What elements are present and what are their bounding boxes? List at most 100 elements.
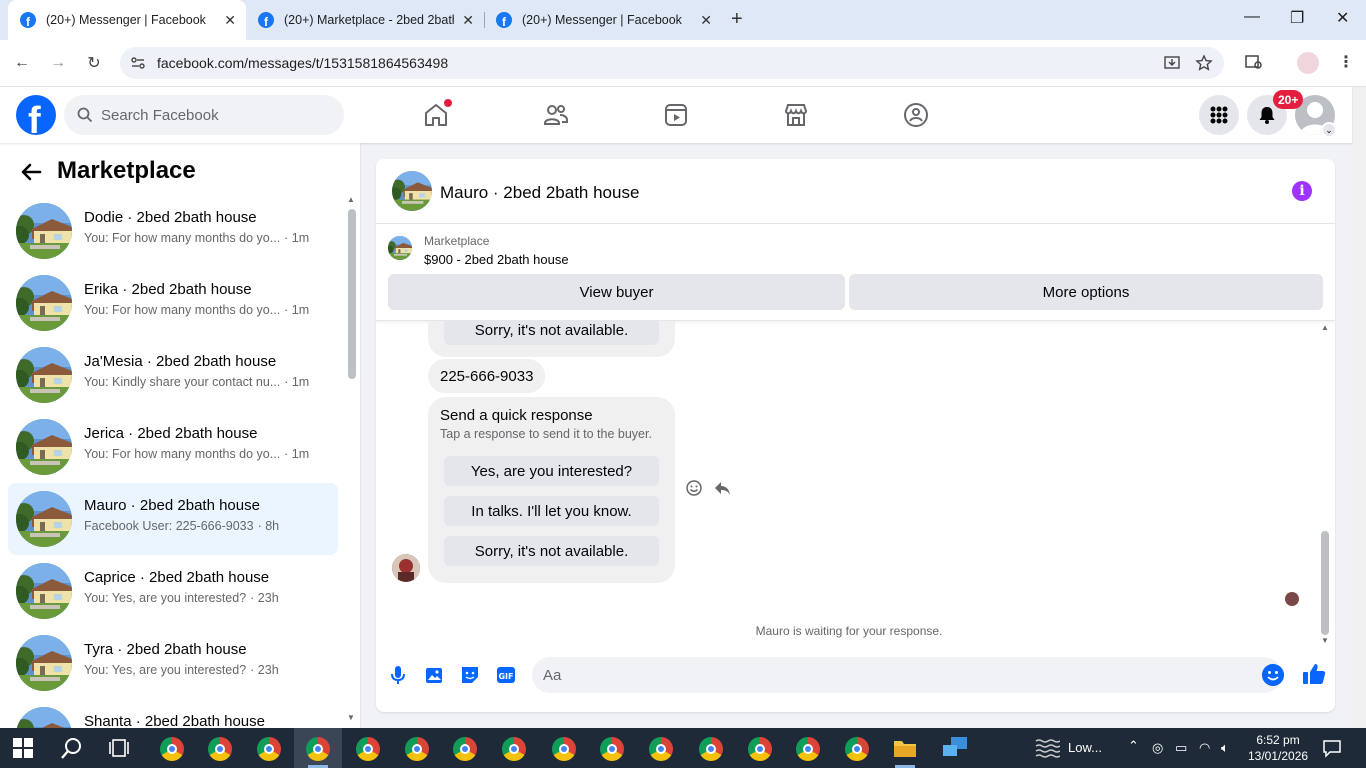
browser-tab-messenger-2[interactable]: f (20+) Messenger | Facebook ✕ [484, 0, 722, 40]
windows-start-icon[interactable] [12, 737, 34, 759]
site-settings-icon[interactable] [130, 55, 146, 71]
scroll-up-arrow-icon[interactable]: ▲ [347, 195, 355, 204]
chrome-taskbar-icon[interactable] [796, 737, 820, 761]
chrome-taskbar-icon[interactable] [306, 737, 330, 761]
more-options-button[interactable]: More options [849, 274, 1323, 310]
restore-icon[interactable]: ❐ [1290, 8, 1304, 28]
chrome-taskbar-icon[interactable] [160, 737, 184, 761]
file-explorer-icon[interactable] [893, 737, 917, 759]
menu-grid-button[interactable] [1199, 95, 1239, 135]
back-arrow-icon[interactable]: ← [12, 53, 32, 73]
conversation-item[interactable]: Shanta · 2bed 2bath house [8, 699, 338, 728]
chat-title[interactable]: Mauro · 2bed 2bath house [440, 183, 639, 203]
back-arrow-icon[interactable] [20, 161, 44, 185]
marketplace-nav-icon[interactable] [782, 101, 810, 129]
sticker-icon[interactable] [459, 664, 481, 686]
photo-attach-icon[interactable] [423, 664, 445, 686]
groups-nav-icon[interactable] [902, 101, 930, 129]
message-input[interactable] [532, 657, 1282, 693]
sidebar-scrollbar-thumb[interactable] [348, 209, 356, 379]
conversation-preview: Facebook User: 225-666-9033 · 8h [84, 519, 324, 533]
notification-center-icon[interactable] [1322, 738, 1342, 758]
friends-nav-icon[interactable] [542, 101, 570, 129]
chat-house-avatar[interactable] [392, 171, 432, 211]
search-box[interactable] [64, 95, 344, 135]
quick-reply-not-available[interactable]: Sorry, it's not available. [444, 536, 659, 566]
close-window-icon[interactable]: ✕ [1336, 8, 1349, 28]
conversation-item[interactable]: Tyra · 2bed 2bath house You: Yes, are yo… [8, 627, 338, 699]
tab-search-icon[interactable] [1244, 52, 1264, 72]
chrome-taskbar-icon[interactable] [649, 737, 673, 761]
chrome-taskbar-icon[interactable] [356, 737, 380, 761]
chat-scrollbar-thumb[interactable] [1321, 531, 1329, 635]
house-thumbnail [16, 563, 72, 619]
bookmark-star-icon[interactable] [1195, 54, 1213, 72]
preview-time: · 8h [257, 519, 280, 533]
conversation-item[interactable]: Caprice · 2bed 2bath house You: Yes, are… [8, 555, 338, 627]
meet-now-icon[interactable]: ◎ [1152, 740, 1163, 756]
chrome-taskbar-icon[interactable] [748, 737, 772, 761]
video-nav-icon[interactable] [662, 101, 690, 129]
windows-taskbar: Low... ⌃ ◎ ▭ ◠ 🔈︎ 6:52 pm 13/01/2026 [0, 728, 1366, 768]
search-icon[interactable] [60, 736, 84, 760]
listing-title[interactable]: $900 - 2bed 2bath house [424, 252, 569, 267]
conversation-item[interactable]: Ja'Mesia · 2bed 2bath house You: Kindly … [8, 339, 338, 411]
task-view-icon[interactable] [108, 737, 130, 759]
conversation-item-selected[interactable]: Mauro · 2bed 2bath house Facebook User: … [8, 483, 338, 555]
gif-icon[interactable]: GIF [495, 664, 517, 686]
chrome-taskbar-icon[interactable] [208, 737, 232, 761]
sender-avatar[interactable] [392, 554, 420, 582]
conversation-item[interactable]: Jerica · 2bed 2bath house You: For how m… [8, 411, 338, 483]
battery-icon[interactable]: ▭ [1175, 740, 1187, 756]
listing-thumbnail[interactable] [388, 236, 412, 260]
close-tab-icon[interactable]: ✕ [224, 12, 236, 29]
chrome-taskbar-icon[interactable] [699, 737, 723, 761]
menu-dots-icon[interactable]: ⋮ [1338, 52, 1354, 72]
microphone-icon[interactable] [387, 664, 409, 686]
chrome-taskbar-icon[interactable] [600, 737, 624, 761]
weather-text[interactable]: Low... [1068, 740, 1102, 755]
close-tab-icon[interactable]: ✕ [462, 12, 474, 29]
chrome-taskbar-icon[interactable] [502, 737, 526, 761]
conversation-item[interactable]: Dodie · 2bed 2bath house You: For how ma… [8, 195, 338, 267]
browser-profile-avatar[interactable] [1297, 52, 1319, 74]
volume-icon[interactable]: 🔈︎ [1221, 740, 1229, 756]
react-emoji-icon[interactable] [685, 479, 703, 497]
emoji-icon[interactable] [1262, 664, 1284, 686]
quick-reply-interested[interactable]: Yes, are you interested? [444, 456, 659, 486]
message-bubble: Sorry, it's not available. [428, 321, 675, 357]
chevron-down-icon[interactable]: ⌄ [1321, 122, 1337, 138]
quick-reply-in-talks[interactable]: In talks. I'll let you know. [444, 496, 659, 526]
chrome-taskbar-icon[interactable] [405, 737, 429, 761]
minimize-icon[interactable]: — [1244, 8, 1260, 26]
page-scrollbar[interactable] [1352, 87, 1366, 728]
reply-icon[interactable] [713, 479, 731, 497]
chrome-taskbar-icon[interactable] [845, 737, 869, 761]
chrome-taskbar-icon[interactable] [257, 737, 281, 761]
remote-desktop-icon[interactable] [941, 736, 969, 760]
info-icon[interactable]: i [1292, 181, 1312, 201]
scroll-down-arrow-icon[interactable]: ▼ [347, 713, 355, 722]
weather-icon[interactable] [1034, 737, 1060, 759]
omnibox[interactable]: facebook.com/messages/t/1531581864563498 [120, 47, 1224, 79]
search-input[interactable] [101, 106, 321, 124]
system-clock[interactable]: 6:52 pm 13/01/2026 [1248, 732, 1308, 764]
chevron-up-icon[interactable]: ⌃ [1128, 738, 1139, 754]
browser-tab-messenger-1[interactable]: f (20+) Messenger | Facebook ✕ [8, 0, 246, 40]
browser-tab-marketplace[interactable]: f (20+) Marketplace - 2bed 2bath ✕ [246, 0, 484, 40]
chrome-taskbar-icon[interactable] [453, 737, 477, 761]
forward-arrow-icon[interactable]: → [48, 53, 68, 73]
conversation-item[interactable]: Erika · 2bed 2bath house You: For how ma… [8, 267, 338, 339]
thumbs-up-icon[interactable] [1301, 661, 1327, 687]
install-app-icon[interactable] [1163, 54, 1181, 72]
chrome-taskbar-icon[interactable] [552, 737, 576, 761]
quick-reply-not-available[interactable]: Sorry, it's not available. [444, 321, 659, 345]
facebook-logo-icon[interactable]: f [16, 95, 56, 135]
wifi-icon[interactable]: ◠ [1199, 740, 1210, 756]
new-tab-icon[interactable]: + [731, 8, 743, 31]
reload-icon[interactable]: ↻ [84, 53, 104, 73]
close-tab-icon[interactable]: ✕ [700, 12, 712, 29]
scroll-up-arrow-icon[interactable]: ▲ [1321, 323, 1329, 332]
view-buyer-button[interactable]: View buyer [388, 274, 845, 310]
scroll-down-arrow-icon[interactable]: ▼ [1321, 636, 1329, 645]
